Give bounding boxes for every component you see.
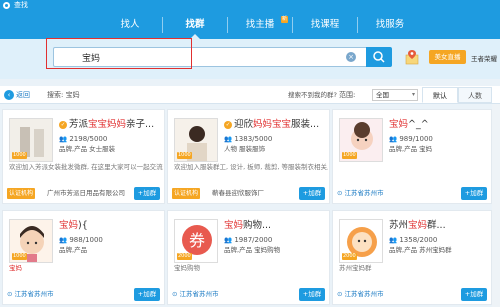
filter-bar: ‹返回 搜索: 宝妈 搜索不到我的群? 范围: 全国 默认 人数 xyxy=(0,86,500,104)
group-avatar: 1000 xyxy=(339,118,383,162)
not-found-link[interactable]: 搜索不到我的群? xyxy=(288,89,337,101)
search-summary: 搜索: 宝妈 xyxy=(47,91,80,99)
group-description: 欢迎加入芳派女装批发微群, 在这里大家可以一起交流女装批发的经验, 女装的设计,… xyxy=(9,163,163,171)
member-count: 👥 989/1000 xyxy=(389,135,433,143)
tab-find-groups[interactable]: 找群 xyxy=(163,11,227,39)
group-title: ✓ 迎欣妈妈宝宝服装... xyxy=(224,119,320,130)
group-card[interactable]: 券 2000 宝妈购物... 👥 1987/2000 品牌,产品 宝妈购物 宝妈… xyxy=(167,210,330,305)
group-card[interactable]: 1000 宝妈^_^ 👥 989/1000 品牌,产品 宝妈 ⊙ 江苏省苏州市 … xyxy=(332,109,492,204)
group-title: 宝妈){ xyxy=(59,220,88,231)
window-title: 查找 xyxy=(14,1,28,9)
join-group-button[interactable]: +加群 xyxy=(299,187,325,200)
sort-default-tab[interactable]: 默认 xyxy=(422,87,458,103)
group-location: ⊙ 江苏省苏州市 xyxy=(337,290,384,298)
group-title: ✓ 芳派宝宝妈妈亲子... xyxy=(59,119,155,130)
back-arrow-icon: ‹ xyxy=(4,90,14,100)
people-icon: 👥 xyxy=(389,135,398,143)
range-select[interactable]: 全国 xyxy=(372,89,418,101)
search-button[interactable] xyxy=(366,47,392,67)
verified-icon: ✓ xyxy=(59,121,67,129)
verified-icon: ✓ xyxy=(224,121,232,129)
group-tags: 人物 服装服饰 xyxy=(224,145,266,153)
group-avatar: 1000 xyxy=(9,219,53,263)
group-title: 宝妈^_^ xyxy=(389,119,429,130)
people-icon: 👥 xyxy=(224,135,233,143)
group-tags: 品牌,产品 苏州宝妈群 xyxy=(389,246,452,254)
group-card[interactable]: 1000 ✓ 芳派宝宝妈妈亲子... 👥 2198/5000 品牌,产品 女士服装… xyxy=(2,109,165,204)
join-group-button[interactable]: +加群 xyxy=(461,187,487,200)
join-group-button[interactable]: +加群 xyxy=(134,187,160,200)
group-title: 苏州宝妈群... xyxy=(389,220,446,231)
certified-badge: 认证机构 xyxy=(172,188,201,199)
organization-name: 广州市芳派日用品有限公司 xyxy=(47,189,125,197)
member-count: 👥 1987/2000 xyxy=(224,236,273,244)
tab-find-people[interactable]: 找人 xyxy=(98,11,162,39)
sort-people-tab[interactable]: 人数 xyxy=(458,87,492,103)
member-count: 👥 988/1000 xyxy=(59,236,103,244)
people-icon: 👥 xyxy=(59,135,68,143)
group-tags: 品牌,产品 xyxy=(59,246,88,254)
card-footer: ⊙ 江苏省苏州市 +加群 xyxy=(3,285,164,304)
search-icon xyxy=(373,51,385,63)
back-button[interactable]: ‹ 返回 xyxy=(4,89,30,101)
group-location: ⊙ 江苏省苏州市 xyxy=(7,290,54,298)
member-count: 👥 1383/5000 xyxy=(224,135,273,143)
group-description: 宝妈购物 xyxy=(174,264,200,272)
group-level-badge: 2000 xyxy=(342,253,357,260)
people-icon: 👥 xyxy=(59,236,68,244)
card-footer: ⊙ 江苏省苏州市 +加群 xyxy=(333,184,491,203)
app-logo-icon xyxy=(3,2,10,9)
group-tags: 品牌,产品 宝妈 xyxy=(389,145,433,153)
location-pin-icon[interactable] xyxy=(405,49,419,65)
search-highlight-box xyxy=(46,38,192,69)
svg-text:券: 券 xyxy=(189,231,205,250)
join-group-button[interactable]: +加群 xyxy=(461,288,487,301)
group-description: 苏州宝妈群 xyxy=(339,264,372,272)
group-avatar: 2000 xyxy=(339,219,383,263)
group-level-badge: 1000 xyxy=(177,152,192,159)
side-promo-text[interactable]: 王者荣耀 xyxy=(471,53,497,63)
tab-find-streamer[interactable]: 找主播新 xyxy=(228,11,292,39)
scrollbar[interactable] xyxy=(492,104,500,307)
clear-icon[interactable]: × xyxy=(346,52,356,62)
group-level-badge: 1000 xyxy=(12,152,27,159)
card-footer: 认证机构 广州市芳派日用品有限公司 +加群 xyxy=(3,184,164,203)
live-stream-button[interactable]: 美女直播 xyxy=(429,50,466,64)
group-location: ⊙ 江苏省苏州市 xyxy=(172,290,219,298)
group-avatar: 券 2000 xyxy=(174,219,218,263)
group-results: 1000 ✓ 芳派宝宝妈妈亲子... 👥 2198/5000 品牌,产品 女士服装… xyxy=(0,104,492,307)
group-card[interactable]: 1000 宝妈){ 👥 988/1000 品牌,产品 宝妈 ⊙ 江苏省苏州市 +… xyxy=(2,210,165,305)
group-level-badge: 2000 xyxy=(177,253,192,260)
member-count: 👥 2198/5000 xyxy=(59,135,108,143)
group-description: 宝妈 xyxy=(9,264,22,272)
group-tags: 品牌,产品 宝妈购物 xyxy=(224,246,281,254)
join-group-button[interactable]: +加群 xyxy=(299,288,325,301)
main-nav: 找人 找群 找主播新 找课程 找服务 xyxy=(0,11,500,39)
group-avatar: 1000 xyxy=(174,118,218,162)
card-footer: ⊙ 江苏省苏州市 +加群 xyxy=(168,285,329,304)
tab-find-course[interactable]: 找课程 xyxy=(293,11,357,39)
member-count: 👥 1358/2000 xyxy=(389,236,438,244)
range-label: 范围: xyxy=(339,91,356,99)
people-icon: 👥 xyxy=(224,236,233,244)
people-icon: 👥 xyxy=(389,236,398,244)
window-titlebar: 查找 xyxy=(0,0,500,11)
group-avatar: 1000 xyxy=(9,118,53,162)
card-footer: 认证机构 蕲春县迎欣服饰厂 +加群 xyxy=(168,184,329,203)
new-badge: 新 xyxy=(280,16,288,23)
group-title: 宝妈购物... xyxy=(224,220,272,231)
certified-badge: 认证机构 xyxy=(7,188,36,199)
group-location: ⊙ 江苏省苏州市 xyxy=(337,189,384,197)
group-level-badge: 1000 xyxy=(12,253,27,260)
join-group-button[interactable]: +加群 xyxy=(134,288,160,301)
group-description: 欢迎加入服装群工, 设计, 板师, 裁剪, 等服装制衣相关人员加入服装群, 非服… xyxy=(174,163,328,171)
group-card[interactable]: 2000 苏州宝妈群... 👥 1358/2000 品牌,产品 苏州宝妈群 苏州… xyxy=(332,210,492,305)
tab-find-service[interactable]: 找服务 xyxy=(358,11,422,39)
organization-name: 蕲春县迎欣服饰厂 xyxy=(212,189,264,197)
group-card[interactable]: 1000 ✓ 迎欣妈妈宝宝服装... 👥 1383/5000 人物 服装服饰 欢迎… xyxy=(167,109,330,204)
group-level-badge: 1000 xyxy=(342,152,357,159)
card-footer: ⊙ 江苏省苏州市 +加群 xyxy=(333,285,491,304)
group-tags: 品牌,产品 女士服装 xyxy=(59,145,116,153)
